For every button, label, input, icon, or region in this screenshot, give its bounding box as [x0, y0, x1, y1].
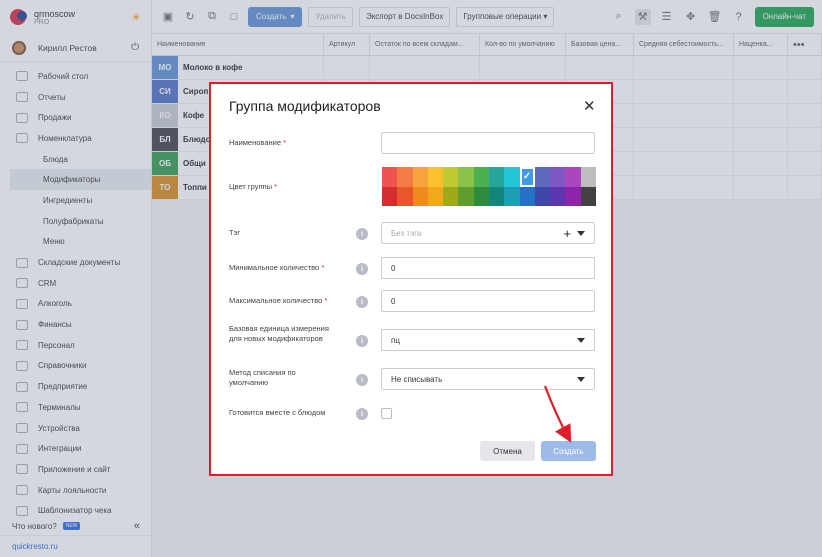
color-swatch[interactable] — [565, 167, 581, 187]
color-swatch[interactable] — [504, 186, 520, 206]
color-swatch[interactable] — [427, 186, 444, 206]
create-submit-button[interactable]: Создать — [541, 441, 596, 461]
cook-with-dish-label: Готовится вместе с блюдом — [229, 408, 326, 417]
color-swatch[interactable] — [580, 186, 596, 206]
chevron-down-icon[interactable] — [577, 230, 585, 236]
color-swatch[interactable] — [397, 167, 413, 187]
color-swatch[interactable] — [473, 186, 489, 206]
tag-placeholder: Без тэга — [391, 228, 422, 238]
info-icon[interactable]: i — [356, 374, 368, 386]
color-swatch[interactable] — [519, 186, 535, 206]
color-swatch[interactable] — [534, 186, 551, 206]
color-swatch[interactable] — [412, 186, 428, 206]
check-icon: ✓ — [522, 171, 532, 182]
modifier-group-dialog: Группа модификаторов ✕ Наименование * Цв… — [209, 82, 613, 476]
info-icon[interactable]: i — [356, 296, 368, 308]
write-off-method-select[interactable]: Не списывать — [381, 368, 595, 390]
info-icon[interactable]: i — [356, 408, 368, 420]
color-palette: ✓ — [382, 167, 596, 206]
color-swatch[interactable] — [397, 186, 413, 206]
color-swatch[interactable] — [580, 167, 596, 187]
min-qty-input[interactable]: 0 — [381, 257, 595, 279]
tag-label: Тэг — [229, 228, 241, 237]
info-icon[interactable]: i — [356, 335, 368, 347]
color-swatch[interactable] — [427, 167, 444, 187]
color-swatch[interactable] — [458, 186, 474, 206]
max-qty-input[interactable]: 0 — [381, 290, 595, 312]
chevron-down-icon — [577, 337, 585, 343]
color-swatch[interactable] — [443, 167, 459, 187]
color-swatch[interactable] — [473, 167, 489, 187]
info-icon[interactable]: i — [356, 263, 368, 275]
color-swatch[interactable] — [488, 186, 505, 206]
max-qty-label: Максимальное количество * — [229, 296, 328, 305]
base-unit-label: Базовая единица измерения для новых моди… — [229, 324, 329, 343]
color-swatch[interactable] — [443, 186, 459, 206]
color-swatch[interactable] — [382, 167, 398, 187]
cook-with-dish-checkbox[interactable] — [381, 408, 392, 419]
dialog-title: Группа модификаторов — [229, 98, 381, 114]
color-swatch[interactable] — [488, 167, 505, 187]
color-swatch[interactable] — [412, 167, 428, 187]
add-tag-icon[interactable]: + — [563, 227, 571, 240]
close-icon[interactable]: ✕ — [583, 99, 596, 114]
name-label: Наименование * — [229, 138, 287, 147]
tag-select[interactable]: Без тэга + — [381, 222, 595, 244]
color-swatch[interactable] — [550, 186, 566, 206]
cancel-button[interactable]: Отмена — [480, 441, 535, 461]
color-swatch[interactable]: ✓ — [519, 167, 535, 187]
name-input[interactable] — [381, 132, 595, 154]
color-swatch[interactable] — [458, 167, 474, 187]
color-swatch[interactable] — [550, 167, 566, 187]
color-swatch[interactable] — [382, 186, 398, 206]
color-swatch[interactable] — [565, 186, 581, 206]
color-label: Цвет группы * — [229, 182, 277, 191]
chevron-down-icon — [577, 376, 585, 382]
info-icon[interactable]: i — [356, 228, 368, 240]
write-off-method-label: Метод списания по умолчанию — [229, 368, 296, 387]
base-unit-select[interactable]: пц — [381, 329, 595, 351]
color-swatch[interactable] — [504, 167, 520, 187]
color-swatch[interactable] — [534, 167, 551, 187]
min-qty-label: Минимальное количество * — [229, 263, 325, 272]
